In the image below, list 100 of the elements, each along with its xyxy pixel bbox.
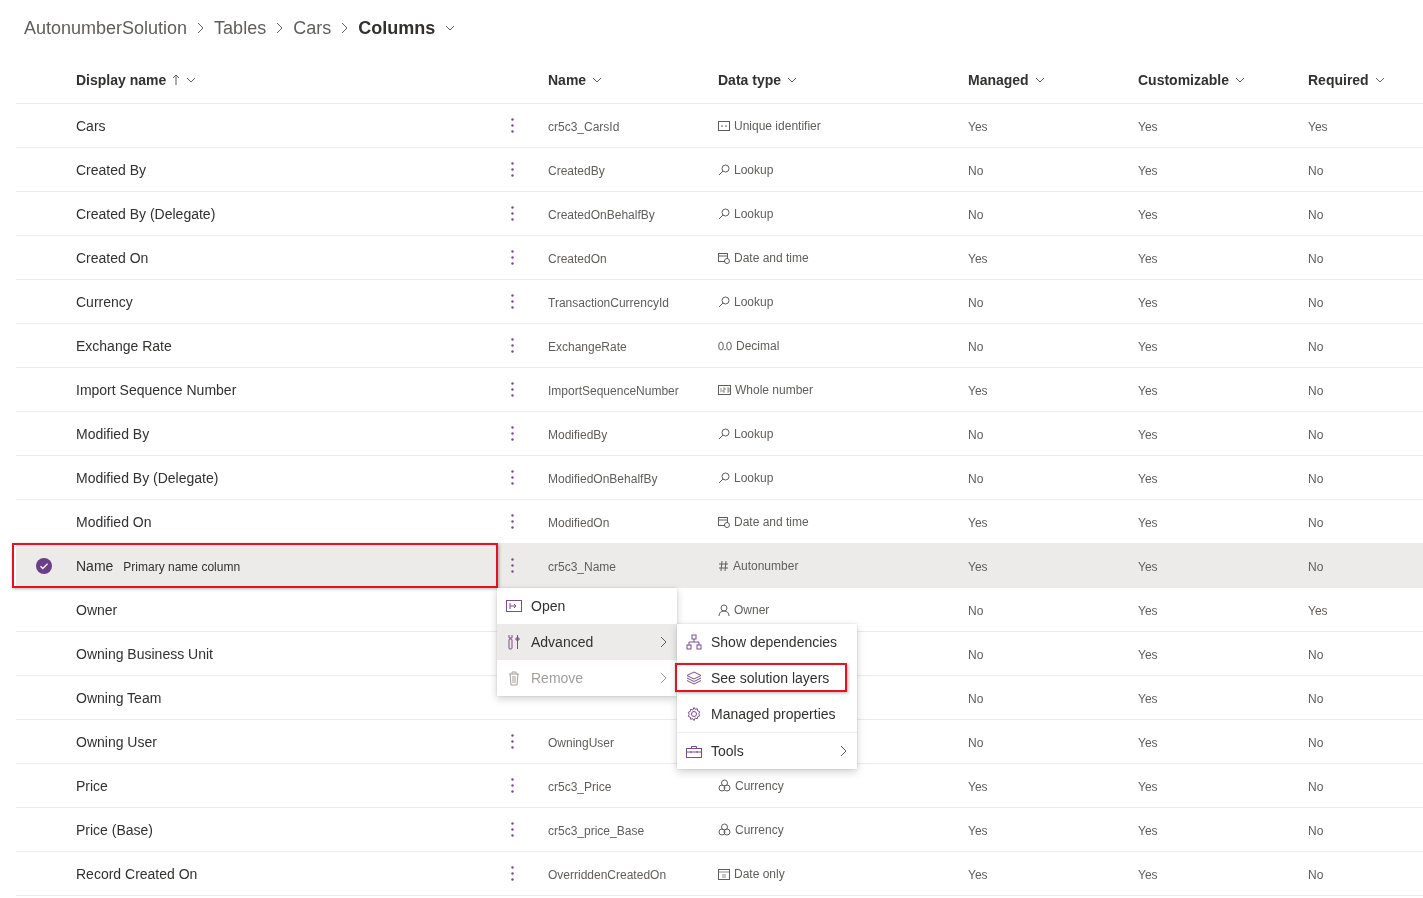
required-value: No: [1308, 691, 1324, 706]
column-header[interactable]: Customizable: [1138, 71, 1229, 88]
display-name: Name: [76, 557, 114, 574]
required-value: No: [1308, 163, 1324, 178]
more-icon[interactable]: [510, 250, 514, 265]
logical-name: CreatedBy: [548, 163, 605, 178]
required-value: No: [1308, 251, 1324, 266]
display-name: Record Created On: [76, 865, 198, 882]
breadcrumb-link[interactable]: AutonumberSolution: [24, 17, 188, 39]
logical-name: TransactionCurrencyId: [548, 295, 669, 310]
menu-item[interactable]: Advanced: [497, 624, 677, 660]
table-row[interactable]: Created By CreatedBy Lookup No Yes No: [16, 148, 1423, 192]
display-name: Created On: [76, 249, 149, 266]
chevron-icon: [660, 636, 667, 648]
required-value: No: [1308, 823, 1324, 838]
customizable-value: Yes: [1138, 735, 1158, 750]
display-name: Modified By (Delegate): [76, 469, 219, 486]
chevron-icon: [341, 22, 349, 34]
customizable-value: Yes: [1138, 339, 1158, 354]
display-name: Price (Base): [76, 821, 154, 838]
display-name: Currency: [76, 293, 133, 310]
table-row[interactable]: Modified By (Delegate) ModifiedOnBehalfBy Lookup No Yes No: [16, 456, 1423, 500]
search-icon: [718, 295, 730, 308]
logical-name: ModifiedBy: [548, 427, 608, 442]
breadcrumb-link[interactable]: Cars: [293, 17, 332, 39]
table-row[interactable]: Import Sequence Number ImportSequenceNumber Whole number Yes Yes No: [16, 368, 1423, 412]
more-icon[interactable]: [510, 338, 514, 353]
more-icon[interactable]: [510, 822, 514, 837]
display-name: Owner: [76, 601, 118, 618]
display-name: Created By (Delegate): [76, 205, 216, 222]
column-header[interactable]: Required: [1308, 71, 1369, 88]
logical-name: cr5c3_Name: [548, 559, 617, 574]
column-header[interactable]: Managed: [968, 71, 1029, 88]
table-row[interactable]: Exchange Rate ExchangeRate Decimal No Yes No: [16, 324, 1423, 368]
more-icon[interactable]: [510, 426, 514, 441]
data-type: Currency: [735, 778, 784, 793]
display-name: Price: [76, 777, 108, 794]
table-row[interactable]: Record Created On OverriddenCreatedOn Date only Yes Yes No: [16, 852, 1423, 896]
more-icon[interactable]: [510, 514, 514, 529]
logical-name: ModifiedOn: [548, 515, 610, 530]
more-icon[interactable]: [510, 558, 514, 573]
required-value: No: [1308, 207, 1324, 222]
column-header[interactable]: Data type: [718, 71, 782, 88]
display-name: Owning User: [76, 733, 157, 750]
table-row[interactable]: Modified By ModifiedBy Lookup No Yes No: [16, 412, 1423, 456]
more-icon[interactable]: [510, 778, 514, 793]
more-icon[interactable]: [510, 118, 514, 133]
data-type: Date and time: [734, 514, 809, 529]
managed-value: Yes: [968, 779, 988, 794]
id-card-icon: [718, 120, 730, 131]
search-icon: [718, 163, 730, 176]
logical-name: ImportSequenceNumber: [548, 383, 679, 398]
search-icon: [718, 207, 730, 220]
more-icon[interactable]: [510, 382, 514, 397]
more-icon[interactable]: [510, 866, 514, 881]
table-row[interactable]: Cars cr5c3_CarsId Unique identifier Yes Yes Yes: [16, 104, 1423, 148]
managed-value: No: [968, 691, 984, 706]
customizable-value: Yes: [1138, 119, 1158, 134]
logical-name: ModifiedOnBehalfBy: [548, 471, 658, 486]
data-type: Lookup: [734, 426, 774, 441]
chevron-down-icon: [445, 23, 456, 33]
breadcrumb-link[interactable]: Tables: [214, 17, 267, 39]
more-icon[interactable]: [510, 162, 514, 177]
logical-name: CreatedOnBehalfBy: [548, 207, 655, 222]
more-icon[interactable]: [510, 206, 514, 221]
managed-value: Yes: [968, 251, 988, 266]
more-icon[interactable]: [510, 470, 514, 485]
decimal-icon: [718, 340, 732, 351]
calendar-icon: [718, 867, 730, 880]
chevron-icon: [660, 672, 667, 684]
table-row[interactable]: Created By (Delegate) CreatedOnBehalfBy Lookup No Yes No: [16, 192, 1423, 236]
more-icon[interactable]: [510, 734, 514, 749]
breadcrumb-link[interactable]: Columns: [358, 17, 436, 39]
primary-name-tag: Primary name column: [123, 559, 241, 574]
managed-value: Yes: [968, 383, 988, 398]
checkmark-circle-icon[interactable]: [36, 557, 52, 574]
coins-icon: [718, 823, 731, 836]
display-name: Owning Business Unit: [76, 645, 213, 662]
customizable-value: Yes: [1138, 295, 1158, 310]
table-row[interactable]: Created On CreatedOn Date and time Yes Yes No: [16, 236, 1423, 280]
display-name: Modified On: [76, 513, 152, 530]
managed-value: No: [968, 207, 984, 222]
customizable-value: Yes: [1138, 867, 1158, 882]
logical-name: cr5c3_CarsId: [548, 119, 620, 134]
managed-value: Yes: [968, 823, 988, 838]
column-header[interactable]: Display name: [76, 71, 167, 88]
display-name: Modified By: [76, 425, 150, 442]
required-value: No: [1308, 647, 1324, 662]
logical-name: OverriddenCreatedOn: [548, 867, 667, 882]
customizable-value: Yes: [1138, 515, 1158, 530]
open-icon: [506, 600, 522, 612]
more-icon[interactable]: [510, 294, 514, 309]
menu-item[interactable]: Managed properties: [677, 696, 857, 733]
table-row[interactable]: Currency TransactionCurrencyId Lookup No Yes No: [16, 280, 1423, 324]
menu-item[interactable]: Open: [497, 588, 677, 624]
column-header[interactable]: Name: [548, 71, 587, 88]
hierarchy-icon: [686, 634, 702, 650]
customizable-value: Yes: [1138, 427, 1158, 442]
table-row[interactable]: Price (Base) cr5c3_price_Base Currency Yes Yes No: [16, 808, 1423, 852]
calendar-clock-icon: [718, 515, 730, 528]
